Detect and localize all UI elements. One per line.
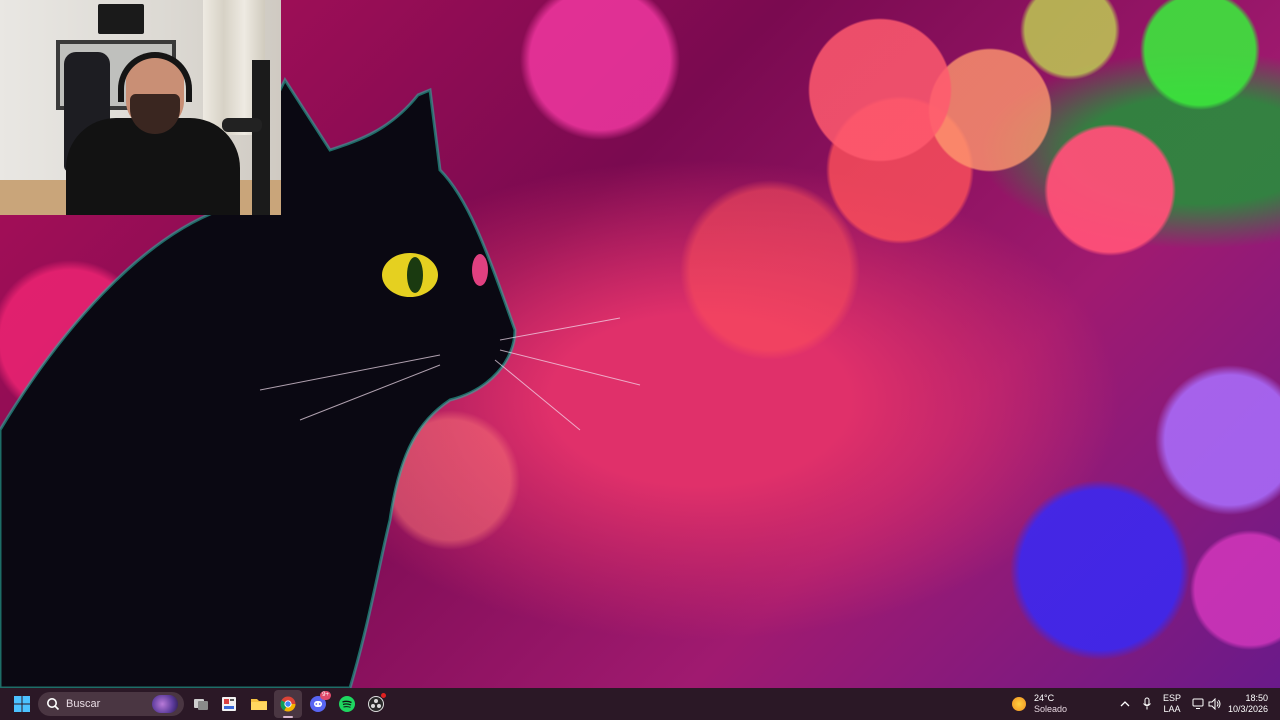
windows-icon xyxy=(14,696,30,712)
obs-icon xyxy=(368,696,384,712)
weather-widget[interactable]: 24°C Soleado xyxy=(1012,688,1067,720)
volume-button[interactable] xyxy=(1208,688,1222,720)
search-box[interactable]: Buscar xyxy=(38,692,184,716)
task-view-button[interactable] xyxy=(187,690,215,718)
taskbar: Buscar 9+ 24°C Soleado ESP LAA 18:50 10/… xyxy=(0,688,1280,720)
show-hidden-icons-button[interactable] xyxy=(1119,688,1131,720)
weather-condition: Soleado xyxy=(1034,704,1068,714)
microphone-icon xyxy=(1143,697,1151,710)
widgets-icon xyxy=(222,697,236,711)
sun-icon xyxy=(1012,697,1026,711)
discord-badge: 9+ xyxy=(320,691,331,700)
network-button[interactable] xyxy=(1192,688,1206,720)
discord-button[interactable]: 9+ xyxy=(304,690,332,718)
chevron-up-icon xyxy=(1120,701,1130,707)
speaker-icon xyxy=(1208,698,1221,710)
webcam-microphone xyxy=(222,118,262,132)
clock-date: 10/3/2026 xyxy=(1227,704,1268,714)
task-view-icon xyxy=(194,699,208,710)
spotify-button[interactable] xyxy=(333,690,361,718)
chrome-button[interactable] xyxy=(274,690,302,718)
folder-icon xyxy=(251,699,267,710)
active-indicator xyxy=(283,716,293,718)
clock-time: 18:50 xyxy=(1245,693,1268,703)
search-placeholder: Buscar xyxy=(66,698,101,710)
widgets-button[interactable] xyxy=(215,690,243,718)
input-language-button[interactable]: ESP LAA xyxy=(1163,688,1181,720)
chrome-icon xyxy=(280,696,296,712)
search-highlight-icon xyxy=(152,695,178,713)
obs-button[interactable] xyxy=(362,690,390,718)
webcam-mic-stand xyxy=(252,60,270,215)
webcam-tv xyxy=(98,4,144,34)
network-icon xyxy=(1192,698,1204,709)
weather-temp: 24°C xyxy=(1034,693,1055,703)
start-button[interactable] xyxy=(8,690,36,718)
keyboard-layout: LAA xyxy=(1163,704,1181,714)
search-icon xyxy=(47,698,60,711)
clock-button[interactable]: 18:50 10/3/2026 xyxy=(1228,688,1268,720)
file-explorer-button[interactable] xyxy=(245,690,273,718)
spotify-icon xyxy=(339,696,355,712)
microphone-button[interactable] xyxy=(1142,688,1152,720)
webcam-overlay xyxy=(0,0,281,215)
recording-dot-icon xyxy=(381,693,386,698)
language-code: ESP xyxy=(1163,693,1182,703)
